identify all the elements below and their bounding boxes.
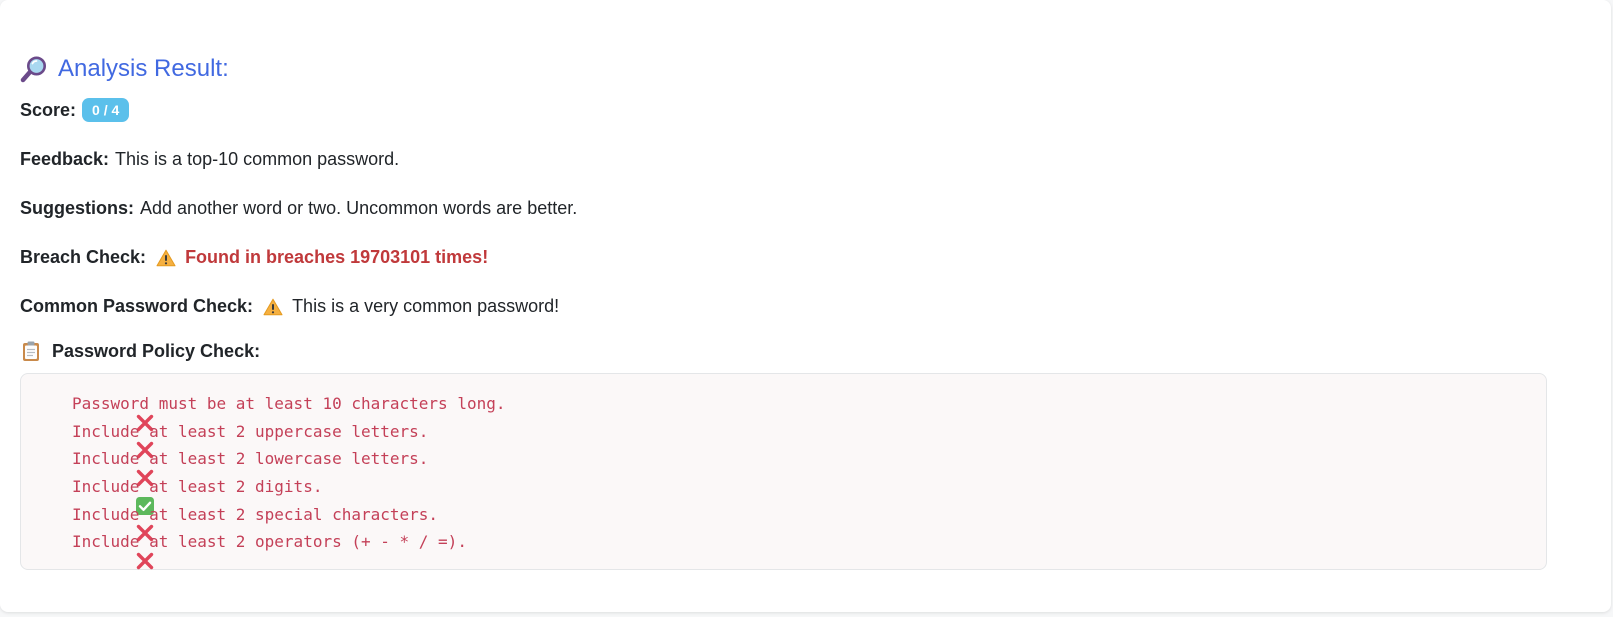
score-row: Score: 0 / 4	[20, 98, 1548, 122]
policy-item: Include at least 2 uppercase letters.	[39, 418, 1528, 459]
suggestions-label: Suggestions:	[20, 198, 135, 218]
cross-mark-icon	[39, 394, 154, 431]
policy-item-text: Password must be at least 10 characters …	[72, 394, 506, 414]
policy-item-text: Include at least 2 operators (+ - * / =)…	[72, 532, 467, 552]
magnifying-glass-icon	[20, 55, 48, 83]
suggestions-row: Suggestions: Add another word or two. Un…	[20, 196, 1548, 220]
analysis-content: Analysis Result: Score: 0 / 4 Feedback: …	[20, 52, 1548, 570]
score-label: Score:	[20, 100, 77, 120]
suggestions-text: Add another word or two. Uncommon words …	[140, 198, 578, 218]
score-badge: 0 / 4	[82, 98, 130, 122]
policy-item-text: Include at least 2 special characters.	[72, 504, 439, 524]
policy-item-text: Include at least 2 uppercase letters.	[72, 421, 429, 441]
check-mark-icon	[39, 477, 155, 515]
cross-mark-icon	[39, 532, 154, 569]
policy-item-text: Include at least 2 lowercase letters.	[72, 449, 429, 469]
policy-item: Include at least 2 digits.	[39, 473, 1528, 515]
policy-title: Password Policy Check:	[52, 340, 261, 361]
warning-icon	[263, 298, 283, 316]
policy-list: Password must be at least 10 characters …	[20, 373, 1547, 570]
cross-mark-icon	[39, 504, 154, 542]
cross-mark-icon	[39, 421, 154, 459]
policy-item-text: Include at least 2 digits.	[72, 477, 323, 497]
warning-icon	[156, 249, 176, 267]
cross-mark-icon	[39, 449, 154, 487]
feedback-text: This is a top-10 common password.	[115, 149, 400, 169]
common-password-row: Common Password Check: This is a very co…	[20, 294, 1548, 318]
analysis-card: Analysis Result: Score: 0 / 4 Feedback: …	[0, 0, 1611, 612]
policy-heading: Password Policy Check:	[20, 339, 1548, 363]
feedback-label: Feedback:	[20, 149, 110, 169]
policy-item: Include at least 2 special characters.	[39, 500, 1528, 542]
feedback-row: Feedback: This is a top-10 common passwo…	[20, 147, 1548, 171]
breach-text: Found in breaches 19703101 times!	[185, 247, 489, 267]
common-password-label: Common Password Check:	[20, 296, 254, 316]
policy-item: Password must be at least 10 characters …	[39, 390, 1528, 431]
analysis-heading: Analysis Result:	[20, 52, 1548, 86]
analysis-title: Analysis Result:	[58, 55, 229, 82]
breach-label: Breach Check:	[20, 247, 147, 267]
breach-row: Breach Check: Found in breaches 19703101…	[20, 245, 1548, 269]
clipboard-icon	[20, 340, 42, 362]
policy-item: Include at least 2 lowercase letters.	[39, 445, 1528, 487]
policy-item: Include at least 2 operators (+ - * / =)…	[39, 528, 1528, 569]
common-password-text: This is a very common password!	[292, 296, 560, 316]
